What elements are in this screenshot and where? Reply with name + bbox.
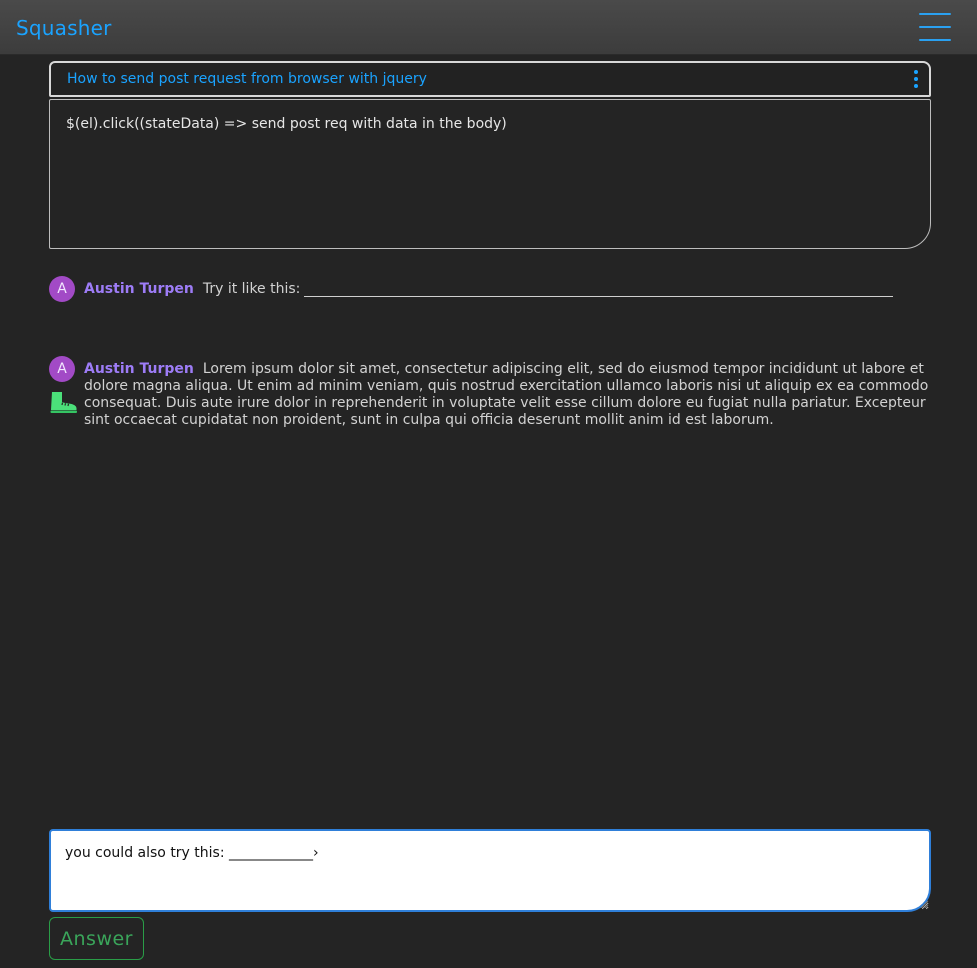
comment-item: A Austin Turpen Lorem ipsum dolor sit ame… bbox=[49, 356, 931, 436]
answer-button[interactable]: Answer bbox=[49, 917, 144, 960]
fill-in-blank-line bbox=[304, 296, 894, 297]
question-title-bar: How to send post request from browser wi… bbox=[49, 61, 931, 97]
app-brand[interactable]: Squasher bbox=[16, 16, 112, 40]
question-body-box: $(el).click((stateData) => send post req… bbox=[49, 99, 931, 249]
comment-body: Austin Turpen Try it like this: bbox=[84, 281, 931, 298]
comment-text: Try it like this: bbox=[202, 281, 301, 297]
top-navbar: Squasher bbox=[0, 0, 977, 55]
boot-icon bbox=[50, 392, 77, 413]
question-body: $(el).click((stateData) => send post req… bbox=[66, 116, 507, 132]
kebab-menu-icon[interactable] bbox=[913, 70, 919, 90]
comment-author[interactable]: Austin Turpen bbox=[84, 361, 194, 377]
comment-text: Lorem ipsum dolor sit amet, consectetur … bbox=[84, 361, 929, 428]
avatar[interactable]: A bbox=[49, 356, 75, 382]
comment-body: Austin Turpen Lorem ipsum dolor sit amet,… bbox=[84, 361, 931, 429]
avatar[interactable]: A bbox=[49, 276, 75, 302]
comment-author[interactable]: Austin Turpen bbox=[84, 281, 194, 297]
answer-input[interactable]: you could also try this: ____________› bbox=[49, 829, 931, 912]
comment-item: A Austin Turpen Try it like this: bbox=[49, 276, 931, 304]
question-title[interactable]: How to send post request from browser wi… bbox=[67, 71, 427, 87]
hamburger-menu-icon[interactable] bbox=[919, 12, 951, 42]
